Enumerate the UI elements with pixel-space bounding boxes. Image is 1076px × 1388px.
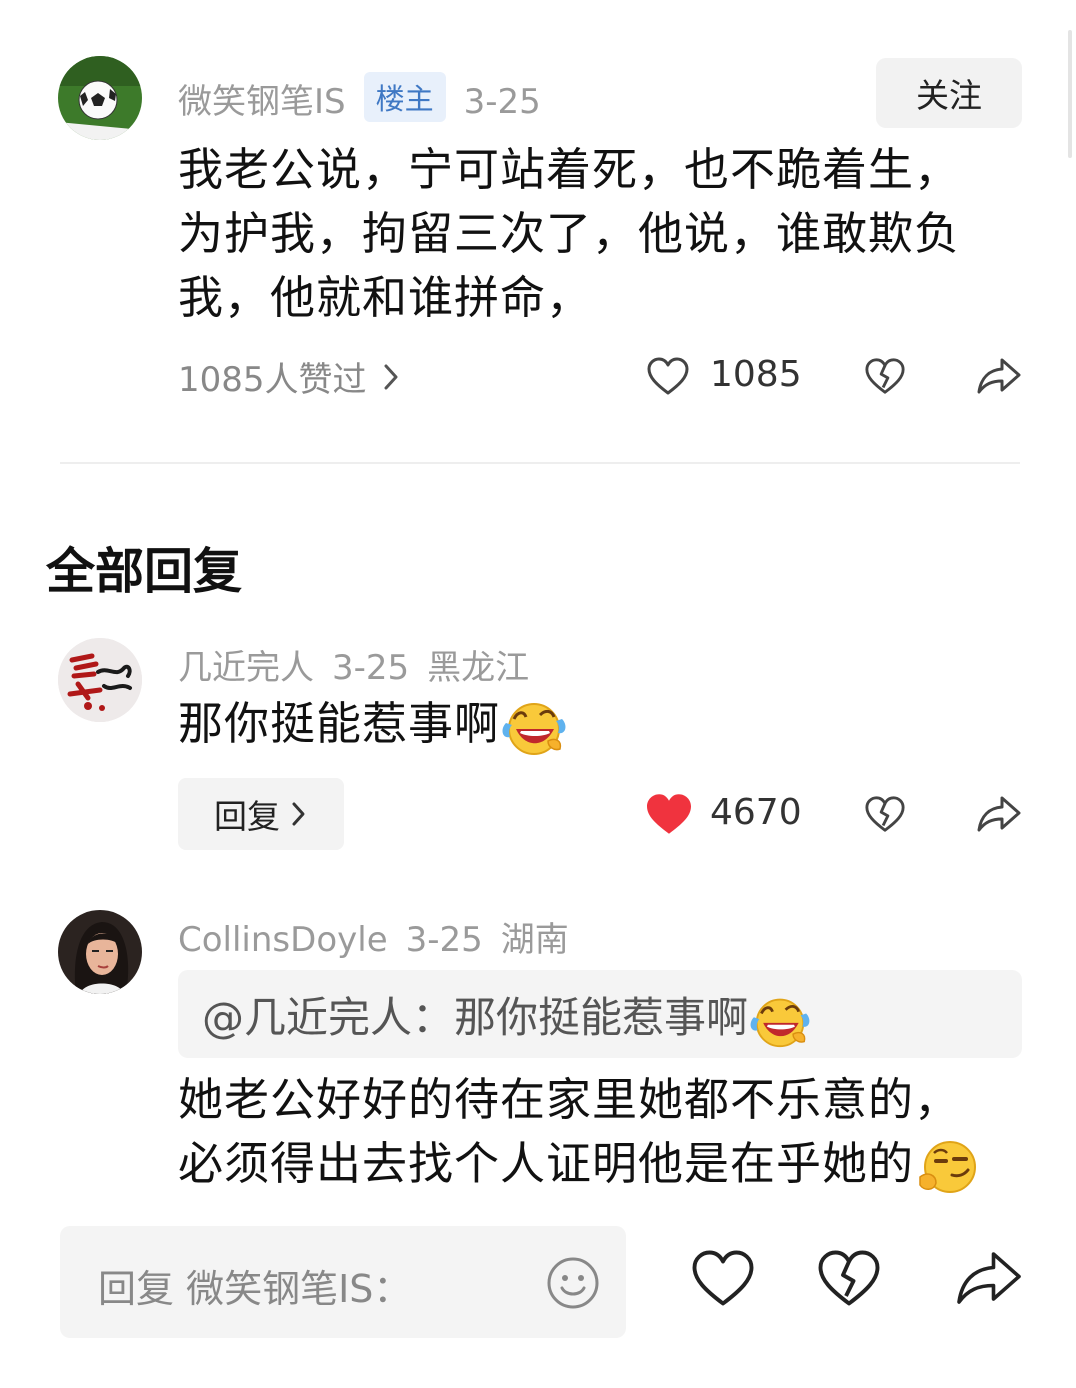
post-like-count: 1085 xyxy=(710,354,802,395)
emoji-picker-icon[interactable] xyxy=(546,1256,600,1310)
likes-summary-link[interactable]: 1085人赞过 xyxy=(178,352,401,401)
follow-button[interactable]: 关注 xyxy=(876,58,1022,128)
reply-avatar[interactable] xyxy=(58,910,142,994)
laughing-crying-emoji-icon xyxy=(750,998,810,1047)
post-line: 为护我，拘留三次了，他说，谁敢欺负 xyxy=(178,207,961,260)
reply-date: 3-25 xyxy=(332,648,410,688)
reply-text: 那你挺能惹事啊 xyxy=(178,697,501,750)
likes-summary-text: 1085人赞过 xyxy=(178,360,367,400)
post-username[interactable]: 微笑钢笔IS xyxy=(178,82,346,122)
op-badge: 楼主 xyxy=(363,72,446,122)
post-meta: 微笑钢笔IS 楼主 3-25 xyxy=(178,72,559,123)
post-line: 我老公说，宁可站着死，也不跪着生， xyxy=(178,143,961,196)
liked-heart-icon[interactable] xyxy=(644,792,694,836)
reply-username[interactable]: 几近完人 xyxy=(178,648,314,688)
laughing-crying-emoji-icon xyxy=(502,703,566,755)
reply-input-placeholder: 回复 微笑钢笔IS： xyxy=(98,1267,412,1311)
reply-content: 那你挺能惹事啊 xyxy=(178,692,568,757)
bottom-share-icon[interactable] xyxy=(954,1248,1024,1308)
smirk-emoji-icon xyxy=(919,1141,977,1193)
reply-date: 3-25 xyxy=(405,920,483,960)
chevron-right-icon xyxy=(292,802,305,826)
reply-meta: 几近完人 3-25 黑龙江 xyxy=(178,640,547,689)
post-content: 我老公说，宁可站着死，也不跪着生， 为护我，拘留三次了，他说，谁敢欺负 我，他就… xyxy=(178,138,960,330)
reply-button-label: 回复 xyxy=(214,797,280,836)
bottom-dislike-broken-heart-icon[interactable] xyxy=(816,1248,882,1308)
reply-line: 必须得出去找个人证明他是在乎她的 xyxy=(178,1137,915,1190)
reply-username[interactable]: CollinsDoyle xyxy=(178,920,388,960)
divider xyxy=(60,462,1020,464)
post-line: 我，他就和谁拼命， xyxy=(178,271,593,324)
reply-avatar[interactable] xyxy=(58,638,142,722)
share-icon[interactable] xyxy=(976,794,1022,834)
reply-button[interactable]: 回复 xyxy=(178,778,344,850)
reply-meta: CollinsDoyle 3-25 湖南 xyxy=(178,912,587,961)
reply-location: 黑龙江 xyxy=(427,648,530,688)
quoted-reply-text: @几近完人：那你挺能惹事啊 xyxy=(202,993,749,1042)
reply-input[interactable]: 回复 微笑钢笔IS： xyxy=(60,1226,626,1338)
reply-like-count: 4670 xyxy=(710,792,802,833)
section-title: 全部回复 xyxy=(46,543,243,600)
reply-location: 湖南 xyxy=(500,920,569,960)
reply-line: 她老公好好的待在家里她都不乐意的， xyxy=(178,1073,961,1126)
like-heart-icon[interactable] xyxy=(646,356,690,396)
quoted-reply[interactable]: @几近完人：那你挺能惹事啊 xyxy=(178,970,1022,1058)
share-icon[interactable] xyxy=(976,356,1022,396)
quoted-reply-content: @几近完人：那你挺能惹事啊 xyxy=(202,984,812,1049)
scrollbar[interactable] xyxy=(1068,30,1072,158)
bottom-like-heart-icon[interactable] xyxy=(690,1248,756,1308)
chevron-right-icon xyxy=(384,364,398,389)
post-author-avatar[interactable] xyxy=(58,56,142,140)
dislike-broken-heart-icon[interactable] xyxy=(864,356,906,396)
post-date: 3-25 xyxy=(463,82,541,122)
reply-content: 她老公好好的待在家里她都不乐意的， 必须得出去找个人证明他是在乎她的 xyxy=(178,1068,982,1197)
dislike-broken-heart-icon[interactable] xyxy=(864,794,906,834)
